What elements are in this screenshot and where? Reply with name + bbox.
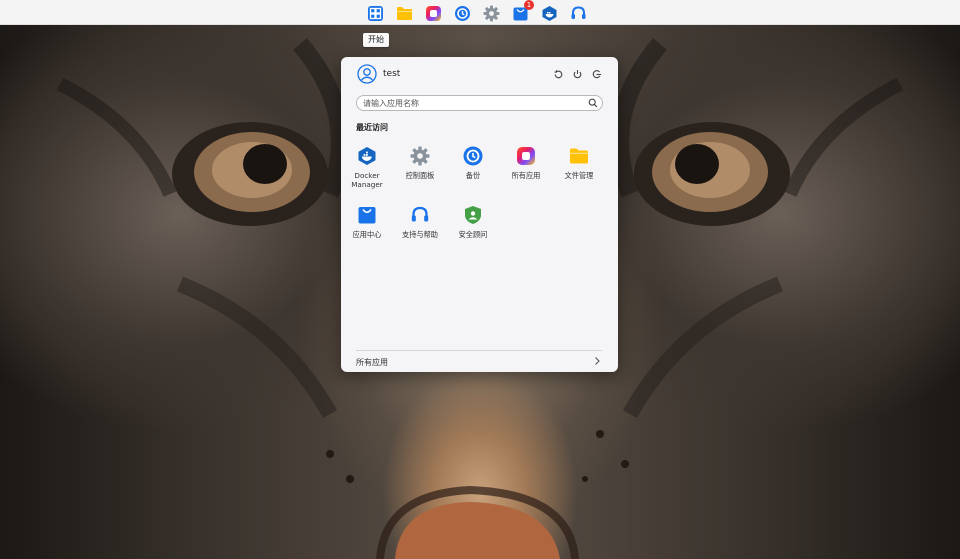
notification-badge: 1 <box>524 0 534 10</box>
app-label: 所有应用 <box>511 171 541 180</box>
app-support[interactable]: 支持与帮助 <box>394 205 446 240</box>
app-store-icon <box>517 147 535 165</box>
recent-section-title: 最近访问 <box>356 123 388 132</box>
search-input[interactable] <box>363 96 583 110</box>
backup-icon <box>463 146 483 166</box>
app-label: 支持与帮助 <box>402 230 438 239</box>
settings-gear-icon <box>410 146 430 166</box>
taskbar-backup-button[interactable] <box>453 4 471 22</box>
search-icon[interactable] <box>588 98 598 108</box>
taskbar-support-button[interactable] <box>569 4 587 22</box>
headset-icon <box>411 206 429 222</box>
search-box[interactable] <box>356 95 603 111</box>
footer-divider <box>356 350 602 351</box>
app-label: 文件管理 <box>564 171 594 180</box>
app-all-apps[interactable]: 所有应用 <box>500 146 552 181</box>
app-security-advisor[interactable]: 安全顾问 <box>447 205 499 240</box>
taskbar-start-button[interactable] <box>366 4 384 22</box>
app-store-icon <box>425 5 441 21</box>
app-label: 安全顾问 <box>458 230 488 239</box>
app-label: 备份 <box>465 171 481 180</box>
chevron-right-icon <box>595 357 600 365</box>
taskbar-control-panel-button[interactable] <box>482 4 500 22</box>
backup-icon <box>454 5 470 21</box>
power-button[interactable] <box>571 68 583 80</box>
app-label: 应用中心 <box>352 230 382 239</box>
start-tooltip: 开始 <box>363 33 389 47</box>
app-label: 控制面板 <box>405 171 435 180</box>
power-icon <box>573 69 581 78</box>
settings-gear-icon <box>483 5 499 21</box>
docker-icon <box>542 5 556 21</box>
avatar-icon <box>357 64 377 84</box>
security-shield-icon <box>465 206 481 224</box>
taskbar-docker-button[interactable] <box>540 4 558 22</box>
logout-button[interactable] <box>590 68 602 80</box>
folder-icon <box>396 6 412 20</box>
user-profile[interactable]: test <box>357 64 400 84</box>
app-app-center[interactable]: 应用中心 <box>341 205 393 240</box>
app-backup[interactable]: 备份 <box>447 146 499 181</box>
taskbar-file-manager-button[interactable] <box>395 4 413 22</box>
app-label: Docker Manager <box>351 171 383 189</box>
headset-icon <box>571 5 585 19</box>
app-file-manager[interactable]: 文件管理 <box>553 146 605 181</box>
app-docker-manager[interactable]: Docker Manager <box>341 146 393 189</box>
restart-button[interactable] <box>552 68 564 80</box>
taskbar-all-apps-button[interactable] <box>424 4 442 22</box>
all-apps-label: 所有应用 <box>356 358 388 367</box>
app-center-icon <box>358 207 376 224</box>
start-menu: test 最近访问 Docker Manager <box>341 57 618 372</box>
app-control-panel[interactable]: 控制面板 <box>394 146 446 181</box>
restart-icon <box>553 69 562 78</box>
all-apps-link[interactable]: 所有应用 <box>356 355 602 369</box>
start-icon <box>367 5 383 21</box>
taskbar: 1 <box>0 0 960 25</box>
folder-icon <box>570 148 588 164</box>
docker-icon <box>358 147 376 165</box>
taskbar-app-center-button[interactable]: 1 <box>511 0 534 22</box>
logout-icon <box>592 69 601 78</box>
username: test <box>383 69 401 79</box>
